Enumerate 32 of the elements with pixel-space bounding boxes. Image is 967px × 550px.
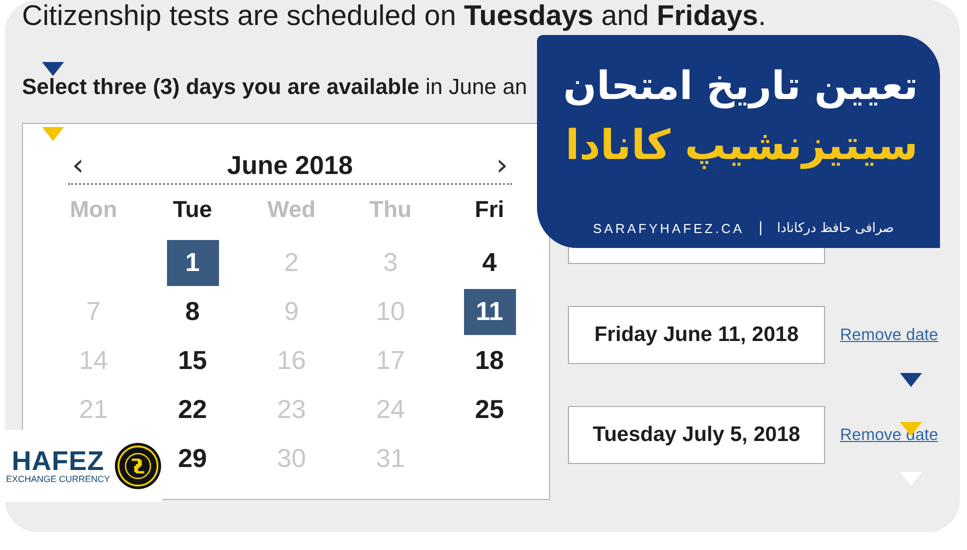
triangle-icon	[42, 127, 64, 141]
selected-date-box: Friday June 11, 2018	[568, 306, 825, 364]
triangle-icon	[42, 62, 64, 76]
calendar-day[interactable]: 18	[464, 338, 516, 384]
logo-subtitle: EXCHANGE CURRENCY	[6, 474, 110, 484]
website-text: SARAFYHAFEZ.CA	[593, 220, 744, 236]
weekday-label: Fri	[474, 194, 506, 224]
calendar-day[interactable]: 25	[464, 386, 516, 432]
remove-date-link[interactable]: Remove date	[840, 326, 938, 344]
calendar-day[interactable]: 8	[166, 288, 218, 334]
logo-name: HAFEZ	[12, 448, 104, 474]
previous-month-button[interactable]: ‹	[68, 150, 88, 180]
calendar-day[interactable]: 29	[166, 436, 218, 482]
banner-title: تعیین تاریخ امتحان	[563, 63, 918, 111]
next-month-button[interactable]: ›	[492, 150, 512, 180]
weekday-label: Thu	[368, 194, 413, 224]
month-title: June 2018	[227, 150, 353, 181]
calendar-day[interactable]: 15	[166, 338, 218, 384]
weekday-label: Mon	[68, 194, 118, 224]
banner-subtitle: سیتیزنشیپ کانادا	[565, 120, 918, 171]
tagline-text: صرافی حافظ درکانادا	[777, 220, 894, 236]
calendar-day[interactable]: 22	[166, 386, 218, 432]
separator-text: |	[758, 220, 764, 236]
calendar-day[interactable]: 1	[166, 240, 218, 286]
instruction-text: Select three (3) days you are available in June an	[22, 74, 528, 100]
calendar-day[interactable]: 11	[464, 288, 516, 334]
weekday-label: Wed	[266, 194, 317, 224]
selected-date-box: Tuesday July 5, 2018	[568, 406, 825, 464]
intro-text: Citizenship tests are scheduled on Tuesdays and Fridays.	[22, 0, 766, 33]
calendar-day[interactable]: 4	[464, 240, 516, 286]
triangle-icon	[900, 373, 922, 387]
weekday-label: Tue	[172, 194, 214, 224]
